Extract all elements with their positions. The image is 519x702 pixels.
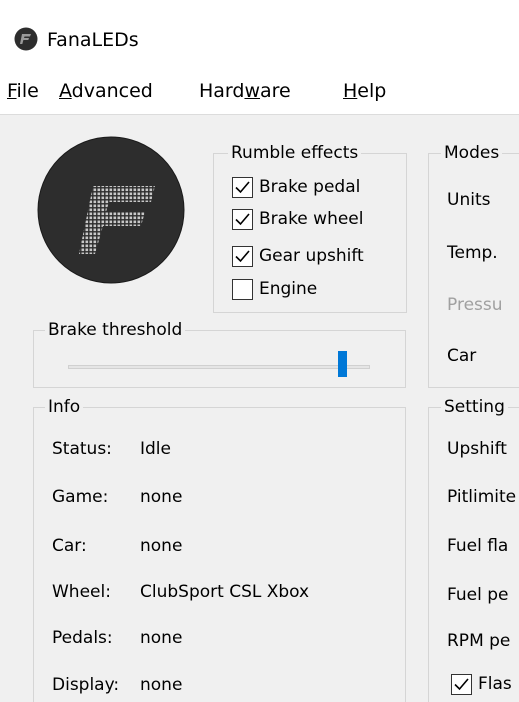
title-bar: FanaLEDs bbox=[0, 0, 519, 70]
menu-bar: File Advanced Hardware Help bbox=[0, 72, 519, 112]
fanaleds-logo-icon bbox=[37, 136, 185, 284]
brake-pedal-checkbox[interactable] bbox=[232, 176, 253, 198]
info-title: Info bbox=[45, 396, 84, 418]
checkbox-brake-wheel[interactable]: Brake wheel bbox=[232, 206, 364, 232]
info-game-label: Game: bbox=[52, 487, 109, 507]
info-status-label: Status: bbox=[52, 439, 112, 459]
settings-pitlimiter-label: Pitlimite bbox=[447, 487, 517, 507]
info-wheel-value: ClubSport CSL Xbox bbox=[140, 582, 310, 602]
info-car-value: none bbox=[140, 536, 183, 556]
info-pedals-label: Pedals: bbox=[52, 628, 113, 648]
checkmark-icon bbox=[454, 677, 469, 690]
modes-temp-label: Temp. bbox=[447, 243, 498, 263]
brake-threshold-slider-track[interactable] bbox=[68, 365, 370, 369]
fanaleds-app-icon bbox=[14, 27, 38, 51]
brake-wheel-checkbox[interactable] bbox=[232, 208, 253, 230]
info-wheel-label: Wheel: bbox=[52, 582, 111, 602]
info-car-label: Car: bbox=[52, 536, 87, 556]
checkmark-icon bbox=[235, 212, 250, 225]
info-pedals-value: none bbox=[140, 628, 183, 648]
gear-upshift-label: Gear upshift bbox=[259, 246, 364, 266]
settings-rpm-percent-label: RPM pe bbox=[447, 631, 511, 651]
menu-help[interactable]: Help bbox=[343, 78, 386, 104]
modes-pressure-label: Pressu bbox=[447, 295, 503, 315]
settings-fuel-flash-label: Fuel fla bbox=[447, 536, 509, 556]
engine-checkbox[interactable] bbox=[232, 278, 253, 300]
info-display-label: Display: bbox=[52, 675, 120, 695]
checkmark-icon bbox=[235, 249, 250, 262]
menu-file[interactable]: File bbox=[7, 78, 39, 104]
app-window: FanaLEDs File Advanced Hardware Help Rum… bbox=[0, 0, 519, 702]
modes-car-label: Car bbox=[447, 346, 477, 366]
flash-label: Flas bbox=[478, 674, 512, 694]
checkbox-brake-pedal[interactable]: Brake pedal bbox=[232, 174, 360, 200]
settings-upshift-label: Upshift bbox=[447, 439, 507, 459]
brake-pedal-label: Brake pedal bbox=[259, 177, 361, 197]
checkbox-gear-upshift[interactable]: Gear upshift bbox=[232, 243, 364, 269]
brake-threshold-slider-thumb[interactable] bbox=[338, 351, 347, 377]
window-title: FanaLEDs bbox=[47, 29, 139, 51]
menu-hardware[interactable]: Hardware bbox=[199, 78, 291, 104]
flash-checkbox[interactable] bbox=[451, 673, 472, 695]
checkbox-flash[interactable]: Flas bbox=[451, 671, 512, 697]
gear-upshift-checkbox[interactable] bbox=[232, 245, 253, 267]
rumble-effects-title: Rumble effects bbox=[228, 142, 362, 164]
info-game-value: none bbox=[140, 487, 183, 507]
modes-title: Modes bbox=[441, 142, 503, 164]
brake-threshold-title: Brake threshold bbox=[45, 319, 186, 341]
checkbox-engine[interactable]: Engine bbox=[232, 276, 317, 302]
brake-wheel-label: Brake wheel bbox=[259, 209, 364, 229]
menu-advanced[interactable]: Advanced bbox=[59, 78, 153, 104]
info-display-value: none bbox=[140, 675, 183, 695]
checkmark-icon bbox=[235, 180, 250, 193]
settings-fuel-percent-label: Fuel pe bbox=[447, 585, 509, 605]
info-status-value: Idle bbox=[140, 439, 171, 459]
engine-label: Engine bbox=[259, 279, 318, 299]
settings-title: Setting bbox=[441, 396, 508, 418]
modes-units-label: Units bbox=[447, 190, 491, 210]
